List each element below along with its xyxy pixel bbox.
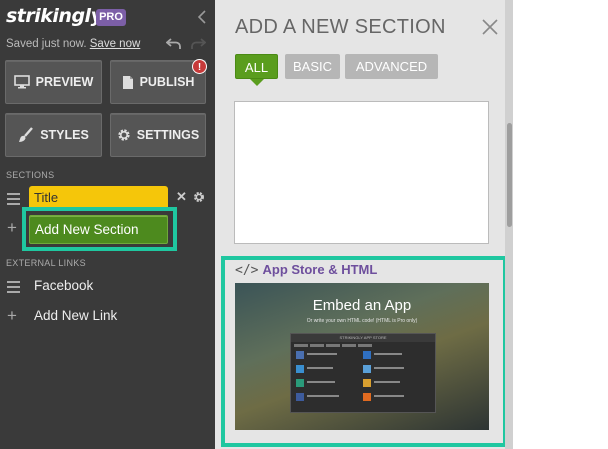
strikingly-logo[interactable]: strikingly [6,5,103,27]
monitor-icon [13,75,30,89]
publish-alert-badge: ! [192,59,207,74]
drag-handle-icon[interactable] [7,281,20,293]
publish-label: PUBLISH [139,75,195,89]
tab-all[interactable]: ALL [235,54,278,79]
panel-scrollbar-thumb[interactable] [507,123,512,227]
plus-icon: + [7,306,17,325]
app-store-window-title: STRIKINGLY APP STORE [291,334,435,342]
editor-sidebar: strikingly PRO Saved just now. Save now … [0,0,215,449]
section-template-card[interactable] [234,101,489,244]
close-icon[interactable] [481,18,499,36]
add-section-panel: ADD A NEW SECTION ALL BASIC ADVANCED </>… [215,0,513,449]
app-tile-icon [296,379,304,387]
embed-app-subtitle: Or write your own HTML code! (HTML is Pr… [306,318,418,324]
tab-basic[interactable]: BASIC [285,54,340,79]
preview-label: PREVIEW [35,75,94,89]
app-tile-icon [363,393,371,401]
app-store-template-card[interactable]: Embed an App Or write your own HTML code… [235,283,489,430]
embed-app-title: Embed an App [312,297,412,314]
app-store-label-text: App Store & HTML [262,262,378,277]
app-store-preview-window: STRIKINGLY APP STORE [290,333,436,413]
section-settings-gear-icon[interactable] [193,191,205,203]
tab-advanced[interactable]: ADVANCED [345,54,438,79]
app-tile-icon [296,393,304,401]
code-icon: </> [235,263,259,278]
add-new-section-button[interactable]: Add New Section [29,215,168,244]
active-tab-pointer [250,79,264,86]
redo-icon[interactable] [190,36,206,50]
settings-label: SETTINGS [136,128,200,142]
undo-icon[interactable] [166,36,182,50]
sections-heading: SECTIONS [6,170,55,180]
external-link-facebook[interactable]: Facebook [34,278,93,293]
app-tile-icon [363,379,371,387]
collapse-sidebar-icon[interactable] [196,9,208,25]
app-tile-icon [363,365,371,373]
app-tile-icon [296,351,304,359]
delete-section-icon[interactable]: ✕ [176,190,187,203]
styles-label: STYLES [40,128,89,142]
gear-icon [118,129,130,141]
plus-icon: + [7,218,17,237]
saved-text: Saved just now. [6,38,87,50]
pro-badge: PRO [96,9,126,26]
panel-title: ADD A NEW SECTION [235,16,446,38]
styles-button[interactable]: STYLES [5,113,102,157]
drag-handle-icon[interactable] [7,193,20,205]
site-preview-area[interactable] [513,0,608,449]
save-now-link[interactable]: Save now [90,38,141,50]
preview-button[interactable]: PREVIEW [5,60,102,104]
save-status: Saved just now. Save now [6,38,140,50]
settings-button[interactable]: SETTINGS [110,113,206,157]
document-icon [122,75,133,89]
app-store-section-label: </> App Store & HTML [235,262,377,278]
app-store-preview-tabs [291,342,435,349]
external-links-heading: EXTERNAL LINKS [6,258,86,268]
brush-icon [19,127,34,142]
add-new-link-button[interactable]: Add New Link [34,308,117,323]
app-tile-icon [296,365,304,373]
app-tile-icon [363,351,371,359]
